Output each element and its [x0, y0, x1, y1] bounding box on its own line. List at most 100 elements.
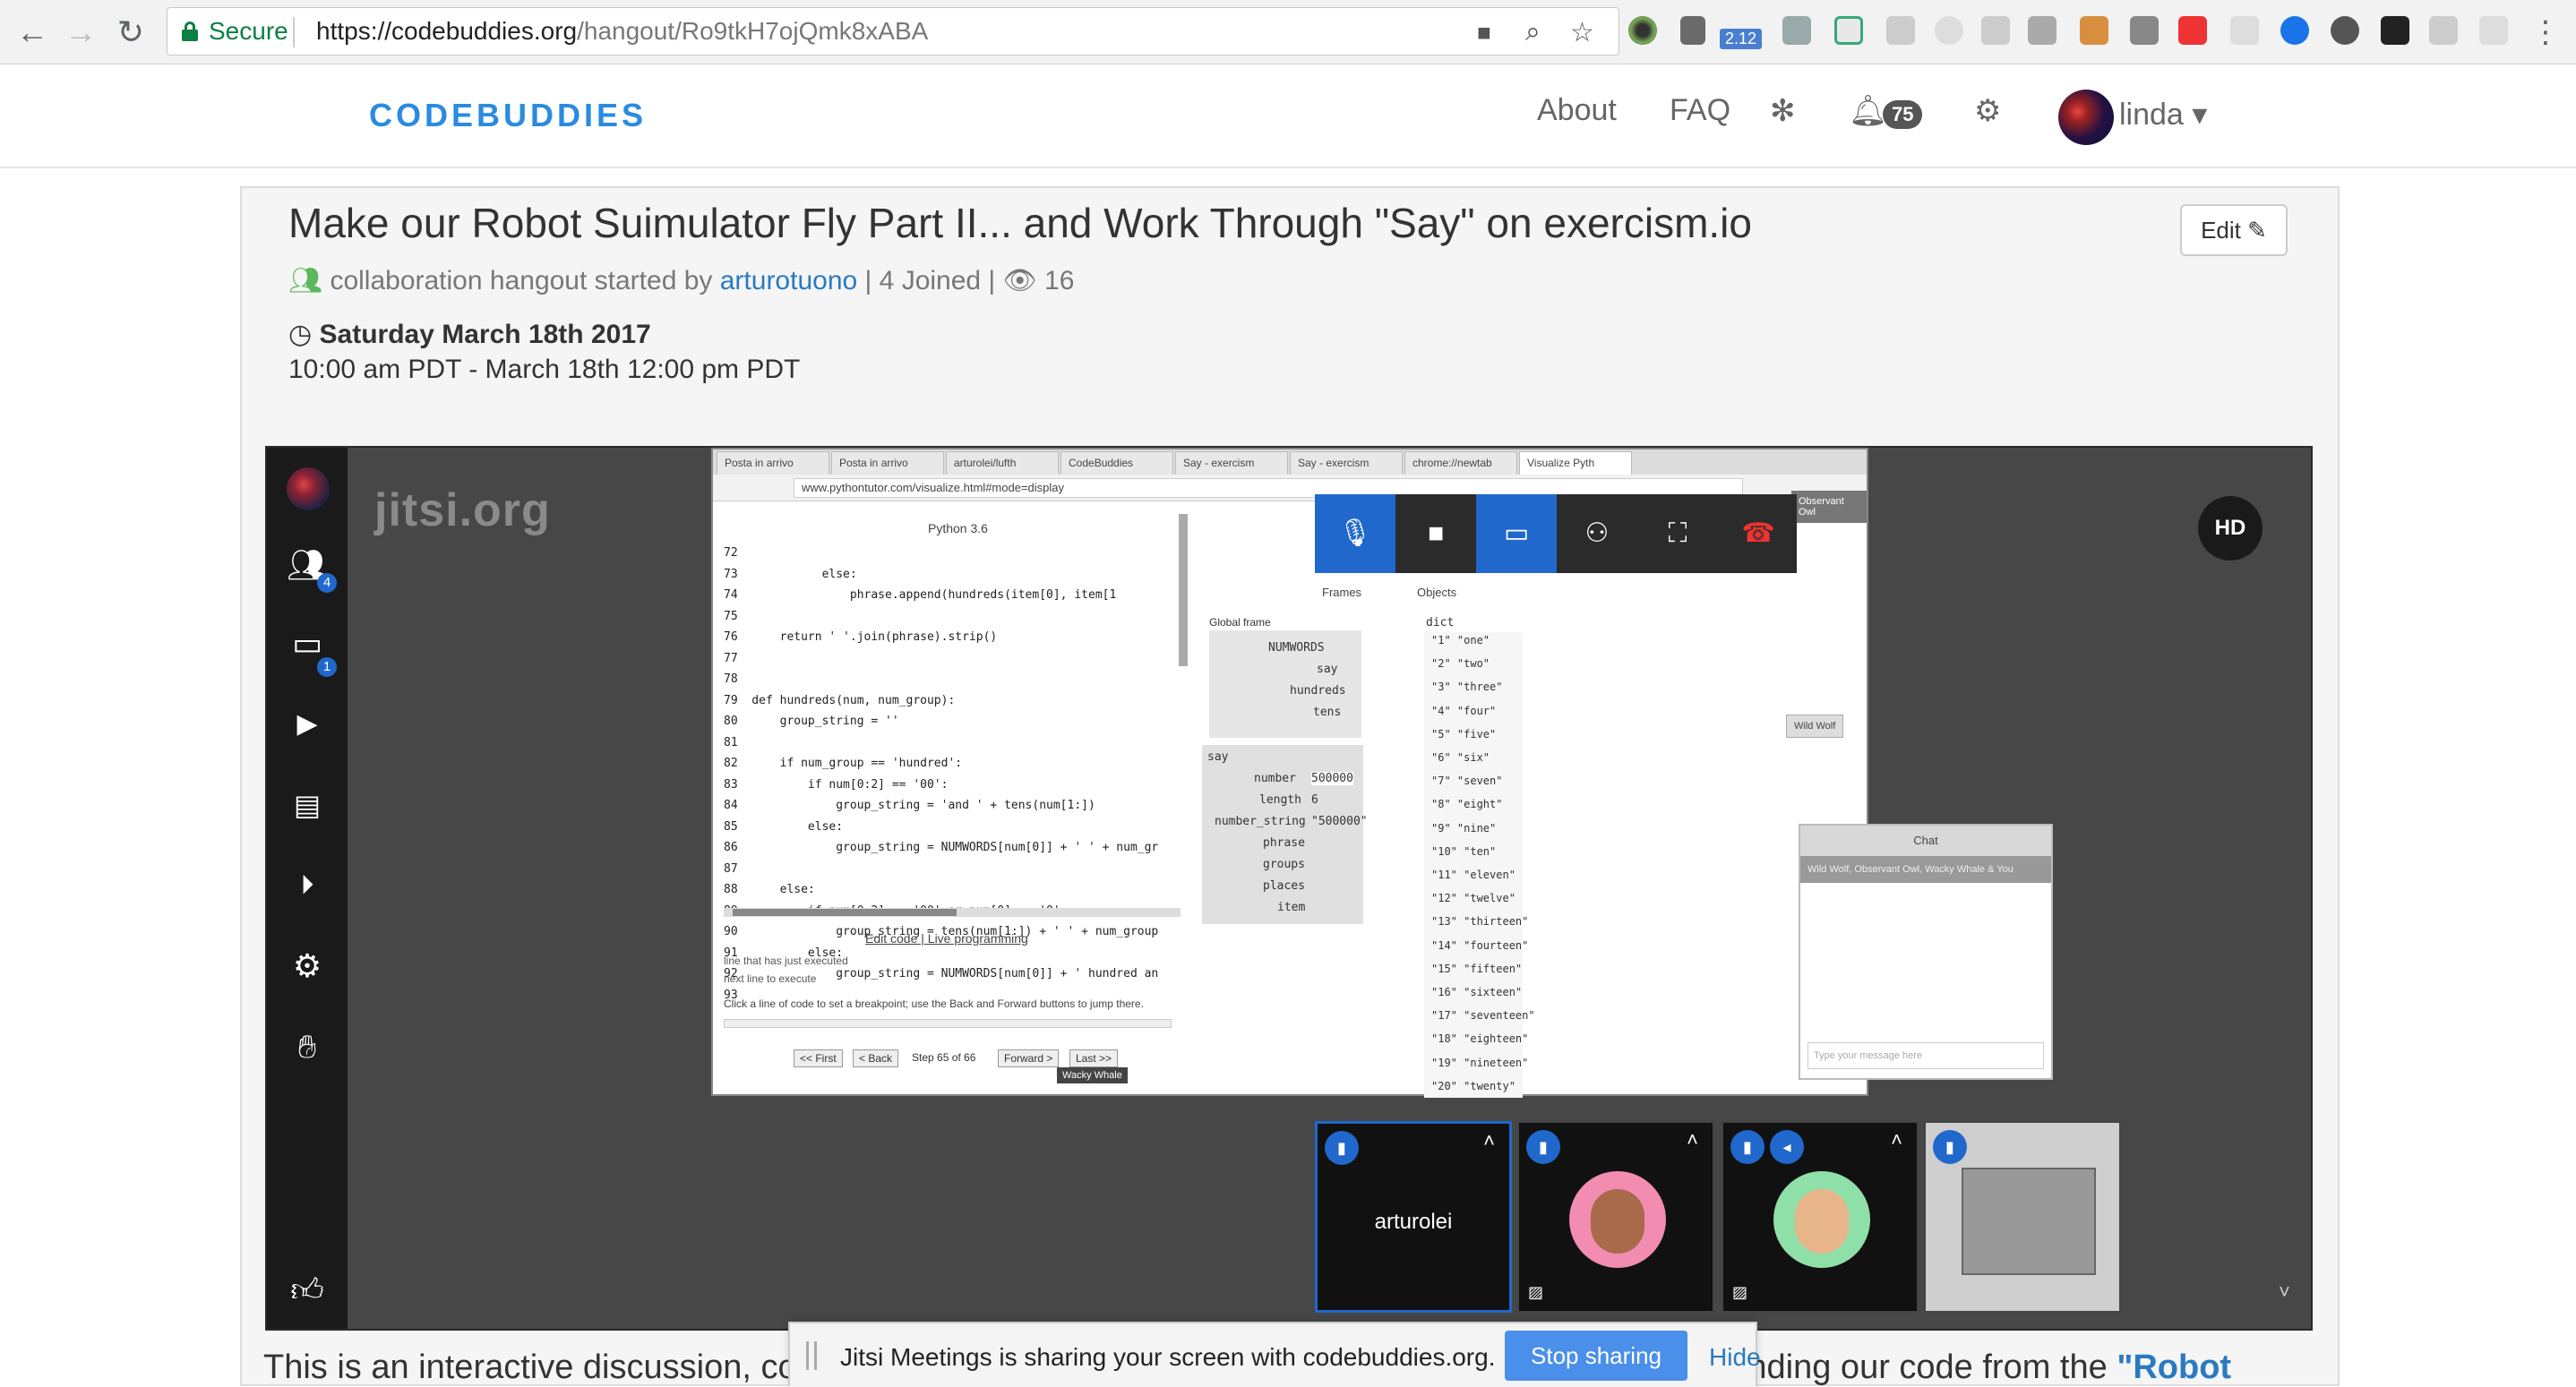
reload-icon[interactable]: ↻ [111, 13, 150, 52]
extension-icon[interactable] [1981, 16, 2010, 45]
nav-faq-link[interactable]: FAQ [1670, 93, 1730, 128]
settings-icon[interactable]: ⚙ [287, 946, 328, 987]
legend-next: next line to execute [724, 972, 817, 985]
dict-entry: "9" "nine" [1431, 821, 1497, 835]
invite-icon[interactable]: ⚇ [1557, 494, 1637, 573]
extension-icon[interactable] [2130, 16, 2159, 45]
group-icon: 👥︎ [288, 266, 323, 295]
back-icon[interactable]: ← [13, 13, 52, 52]
extension-icon[interactable] [2080, 16, 2108, 45]
participant-thumb-screen[interactable]: ▮ [1924, 1121, 2121, 1313]
zoom-icon[interactable]: ⌕ [1525, 17, 1541, 47]
extension-icon[interactable] [1886, 16, 1915, 45]
hd-indicator: HD [2198, 496, 2263, 561]
hangup-icon[interactable]: ☎ [1718, 494, 1799, 573]
say-var: places [1263, 879, 1305, 893]
pen-extension-icon[interactable] [1680, 16, 1705, 45]
fullscreen-icon[interactable]: ⛶ [1637, 494, 1718, 573]
jitsi-sidebar: 👥︎ 4 ▭ 1 ▶ ▤ ⏵ ⚙ ✋︎ 👍︎ [267, 448, 348, 1329]
chevron-up-icon[interactable]: ˄ [1687, 1128, 1698, 1152]
dict-entry: "14" "fourteen" [1431, 938, 1529, 952]
shared-tab: Say - exercism [1175, 451, 1288, 475]
participant-thumb[interactable]: ▮ ˄ ▨ [1517, 1121, 1714, 1313]
screen-share-notification: Jitsi Meetings is sharing your screen wi… [788, 1322, 1761, 1386]
edit-button[interactable]: Edit ✎ [2180, 204, 2288, 256]
camera-blocked-icon[interactable]: ■ [1477, 19, 1491, 47]
chat-badge: 1 [317, 657, 337, 677]
say-val: 6 [1311, 793, 1318, 807]
global-var: NUMWORDS [1268, 641, 1325, 655]
extension-icon[interactable] [1834, 16, 1863, 45]
extension-icon[interactable] [2429, 16, 2458, 45]
say-var: groups [1263, 858, 1305, 871]
extension-icon[interactable] [2178, 16, 2207, 45]
legend-executed: line that has just executed [724, 955, 848, 967]
mute-mic-icon[interactable]: 🎙︎ [1315, 494, 1395, 573]
dict-entry: "4" "four" [1431, 704, 1497, 717]
nav-about-link[interactable]: About [1537, 93, 1617, 128]
url-host: https://codebuddies.org [316, 17, 578, 45]
extension-icon[interactable] [2479, 16, 2508, 45]
shared-tab: Visualize Pyth [1519, 451, 1632, 475]
settings-icon[interactable]: ⚙ [1974, 93, 2001, 129]
code-scrollbar [724, 908, 1181, 917]
chevron-up-icon[interactable]: ˄ [1483, 1129, 1495, 1152]
chat-title: Chat [1800, 826, 2051, 856]
self-avatar[interactable] [287, 467, 330, 510]
extension-icon[interactable] [1782, 16, 1811, 45]
thumbs-up-icon[interactable]: 👍︎ [287, 1270, 328, 1311]
bell-icon[interactable]: 🔔︎ [1849, 93, 1887, 129]
participant-avatar [1773, 1171, 1870, 1268]
hangout-meta: 👥︎ collaboration hangout started by artu… [288, 265, 1074, 296]
play-icon[interactable]: ⏵ [287, 865, 328, 906]
site-logo[interactable]: CODEBUDDIES [369, 97, 647, 134]
camera-icon[interactable]: ■ [1395, 494, 1476, 573]
cursor-label-wolf: Wild Wolf [1786, 715, 1844, 738]
menu-dots-icon[interactable]: ⋮ [2526, 13, 2565, 52]
youtube-icon[interactable]: ▶ [287, 704, 328, 745]
extension-icon[interactable] [2230, 16, 2259, 45]
url-path: /hangout/Ro9tkH7ojQmk8xABA [577, 17, 929, 45]
raise-hand-icon[interactable]: ✋︎ [287, 1026, 328, 1067]
drag-handle-icon[interactable] [806, 1341, 817, 1370]
camera-off-icon: ▨ [1732, 1283, 1748, 1301]
say-var: number_string [1215, 815, 1306, 828]
participant-thumb[interactable]: ▮ ˄ arturolei [1315, 1121, 1512, 1313]
user-menu[interactable]: linda ▾ [2119, 97, 2207, 133]
hide-link[interactable]: Hide [1709, 1343, 1761, 1372]
author-link[interactable]: arturotuono [720, 266, 857, 295]
address-bar[interactable]: Secure https://codebuddies.org/hangout/R… [167, 7, 1619, 56]
cursor-label-owl: Observant Owl [1791, 491, 1867, 523]
say-var: number [1254, 772, 1296, 785]
edit-code-links: Edit code | Live programming [865, 931, 1028, 946]
chevron-down-icon[interactable]: ˅ [2279, 1280, 2290, 1304]
shared-tab: Posta in arrivo [831, 451, 944, 475]
user-avatar[interactable] [2058, 90, 2114, 145]
extension-icon[interactable] [1628, 16, 1657, 45]
url-text[interactable]: https://codebuddies.org/hangout/Ro9tkH7o… [316, 17, 928, 46]
extension-icon[interactable] [2381, 16, 2409, 45]
dict-entry: "20" "twenty" [1431, 1079, 1516, 1092]
chevron-up-icon[interactable]: ˄ [1891, 1128, 1902, 1152]
forward-icon[interactable]: → [61, 13, 100, 52]
participant-thumb[interactable]: ▮ ◂ ˄ ▨ [1722, 1121, 1919, 1313]
camera-off-icon: ▨ [1528, 1283, 1544, 1301]
jitsi-toolbar: 🎙︎ ■ ▭ ⚇ ⛶ ☎ [1315, 494, 1797, 573]
extension-icon[interactable] [2028, 16, 2057, 45]
extension-icon[interactable] [1935, 16, 1963, 45]
view-count: 16 [1044, 266, 1075, 295]
jitsi-meeting: 👥︎ 4 ▭ 1 ▶ ▤ ⏵ ⚙ ✋︎ 👍︎ jitsi.org HD Post… [265, 446, 2313, 1331]
description-link[interactable]: "Robot [2117, 1348, 2231, 1386]
bookmark-star-icon[interactable]: ☆ [1570, 17, 1594, 48]
screen-share-icon[interactable]: ▭ [1476, 494, 1557, 573]
back-button: < Back [853, 1049, 899, 1067]
extension-icon[interactable] [2280, 16, 2309, 45]
signal-icon: ▮ [1730, 1130, 1765, 1164]
stop-sharing-button[interactable]: Stop sharing [1505, 1331, 1687, 1381]
bug-icon[interactable]: ✻ [1770, 93, 1796, 129]
shared-tabbar: Posta in arrivo Posta in arrivo arturole… [713, 449, 1867, 475]
extension-icon[interactable] [2331, 16, 2359, 45]
document-icon[interactable]: ▤ [287, 784, 328, 826]
hangout-time: 10:00 am PDT - March 18th 12:00 pm PDT [288, 355, 801, 384]
browser-toolbar: ← → ↻ Secure https://codebuddies.org/han… [0, 0, 2576, 64]
